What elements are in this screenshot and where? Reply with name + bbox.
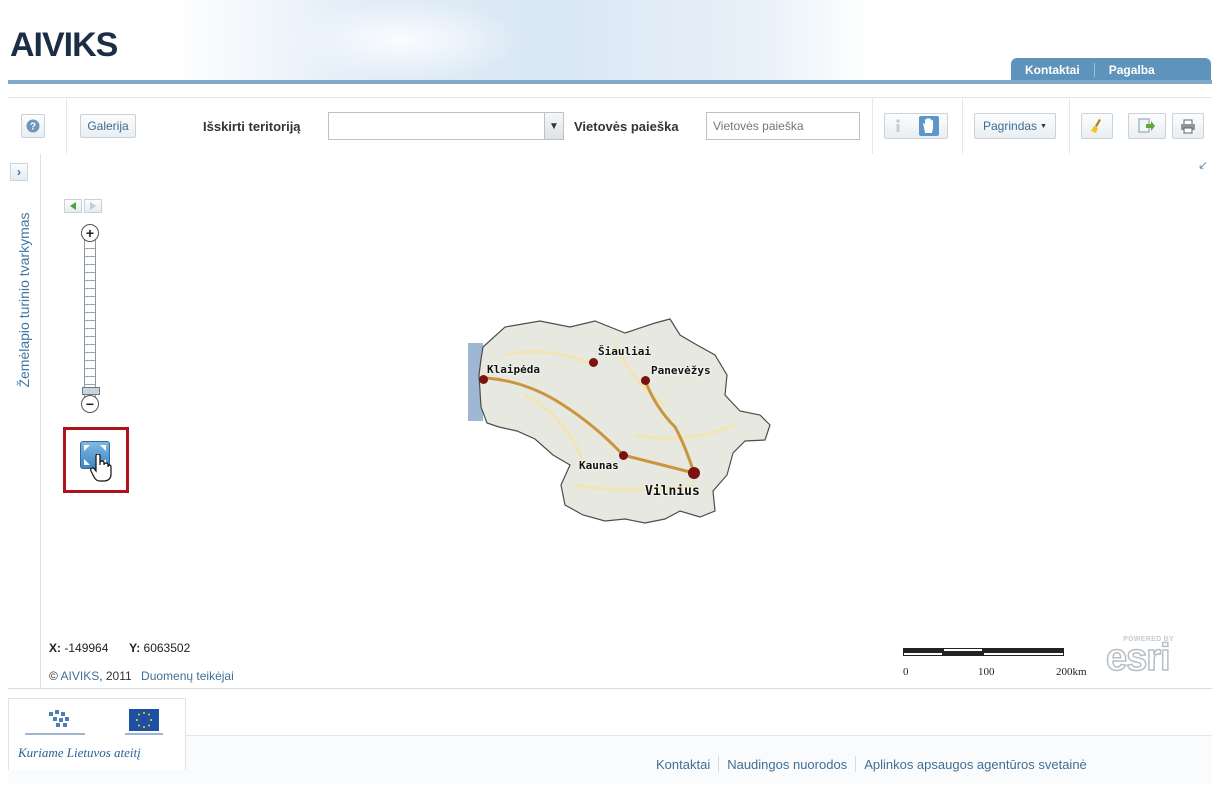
y-value: 6063502 xyxy=(143,641,191,655)
app-logo[interactable]: AIVIKS xyxy=(10,26,118,65)
basemap-dropdown[interactable]: Pagrindas ▼ xyxy=(974,113,1056,139)
city-label-klaipeda: Klaipėda xyxy=(487,363,540,376)
search-input[interactable] xyxy=(706,112,860,140)
export-button[interactable] xyxy=(1128,113,1166,139)
toolbar-divider xyxy=(1069,98,1070,154)
arrow-left-icon xyxy=(70,202,76,210)
footer-divider xyxy=(8,688,1212,689)
scale-bar xyxy=(903,648,1065,656)
help-button[interactable]: ? xyxy=(21,114,45,138)
city-marker-siauliai[interactable] xyxy=(588,357,598,367)
header-clouds-banner xyxy=(170,0,870,82)
zoom-slider-track[interactable] xyxy=(84,232,96,400)
basemap-label: Pagrindas xyxy=(983,119,1038,133)
scale-label-200km: 200km xyxy=(1056,666,1087,678)
zoom-slider-handle[interactable] xyxy=(82,387,100,395)
x-value: -149964 xyxy=(64,641,109,655)
toolbar-divider xyxy=(66,98,67,154)
zoom-out-button[interactable]: − xyxy=(81,395,99,413)
map-tool-group xyxy=(884,113,948,139)
clear-button[interactable] xyxy=(1081,113,1113,139)
scale-label-100: 100 xyxy=(978,666,995,678)
scale-label-0: 0 xyxy=(903,666,909,678)
copyright-symbol: © xyxy=(49,669,58,683)
city-label-vilnius: Vilnius xyxy=(645,484,700,499)
ministry-caption xyxy=(25,733,85,735)
city-markers: Šiauliai Klaipėda Panevėžys Kaunas Vilnius xyxy=(465,315,775,525)
footer-links: Kontaktai Naudingos nuorodos Aplinkos ap… xyxy=(656,756,1087,772)
footer-link-kontaktai[interactable]: Kontaktai xyxy=(656,757,710,772)
esri-wordmark: esri xyxy=(1105,636,1171,680)
export-icon xyxy=(1138,118,1156,134)
footer-link-divider xyxy=(718,756,720,772)
footer-link-divider xyxy=(855,756,857,772)
footer-link-naudingos-nuorodos[interactable]: Naudingos nuorodos xyxy=(727,757,847,772)
svg-text:?: ? xyxy=(30,122,36,133)
territory-select[interactable]: ▼ xyxy=(328,112,564,140)
copyright-line: © AIVIKS, 2011 Duomenų teikėjai xyxy=(49,669,234,683)
tab-pagalba[interactable]: Pagalba xyxy=(1095,63,1169,77)
previous-extent-button[interactable] xyxy=(64,199,82,213)
hand-cursor-icon xyxy=(90,453,112,485)
gallery-button[interactable]: Galerija xyxy=(80,114,136,138)
arrow-right-icon xyxy=(90,202,96,210)
sidebar-title[interactable]: Žemėlapio turinio tvarkymas xyxy=(16,212,32,387)
tab-kontaktai[interactable]: Kontaktai xyxy=(1011,63,1094,77)
footer-link-agency-site[interactable]: Aplinkos apsaugos agentūros svetainė xyxy=(864,757,1087,772)
print-button[interactable] xyxy=(1172,113,1204,139)
city-label-panevezys: Panevėžys xyxy=(651,364,711,377)
sidebar-toggle-button[interactable]: › xyxy=(10,163,28,181)
help-icon: ? xyxy=(26,119,40,133)
city-marker-vilnius[interactable] xyxy=(688,467,700,479)
search-label: Vietovės paieška xyxy=(574,119,679,134)
city-marker-panevezys[interactable] xyxy=(640,375,650,385)
clear-brush-icon xyxy=(1089,118,1105,134)
toolbar-divider xyxy=(962,98,963,154)
city-label-siauliai: Šiauliai xyxy=(598,345,651,358)
eu-funding-badge: Kuriame Lietuvos ateitį xyxy=(8,698,186,770)
city-marker-kaunas[interactable] xyxy=(618,450,628,460)
data-providers-link[interactable]: Duomenų teikėjai xyxy=(141,669,234,683)
toolbar: ? Galerija Išskirti teritoriją ▼ Vietovė… xyxy=(8,97,1212,155)
top-nav-tabs: Kontaktai Pagalba xyxy=(1011,58,1211,82)
ministry-logo xyxy=(47,709,75,734)
slogan: Kuriame Lietuvos ateitį xyxy=(18,745,141,760)
chevron-down-icon[interactable]: ▼ xyxy=(544,113,563,139)
copyright-year: , 2011 xyxy=(99,669,132,683)
pan-hand-icon[interactable] xyxy=(919,116,939,136)
collapse-arrow-icon[interactable]: ↙ xyxy=(1198,158,1208,172)
eu-flag-icon xyxy=(129,709,159,734)
print-icon xyxy=(1180,119,1196,134)
caret-down-icon: ▼ xyxy=(1040,122,1047,130)
toolbar-divider xyxy=(872,98,873,154)
coordinate-readout: X: -149964 Y: 6063502 xyxy=(49,641,190,655)
aiviks-link[interactable]: AIVIKS xyxy=(61,669,100,683)
city-label-kaunas: Kaunas xyxy=(579,459,619,472)
info-icon[interactable] xyxy=(893,118,903,134)
header: AIVIKS Kontaktai Pagalba xyxy=(0,0,1220,85)
header-divider xyxy=(8,80,1212,84)
next-extent-button[interactable] xyxy=(84,199,102,213)
x-label: X: xyxy=(49,641,61,655)
zoom-in-button[interactable]: + xyxy=(81,224,99,242)
y-label: Y: xyxy=(129,641,141,655)
eu-caption xyxy=(125,733,163,735)
territory-label: Išskirti teritoriją xyxy=(203,119,301,134)
esri-logo[interactable]: POWERED BY esri xyxy=(1100,633,1186,683)
